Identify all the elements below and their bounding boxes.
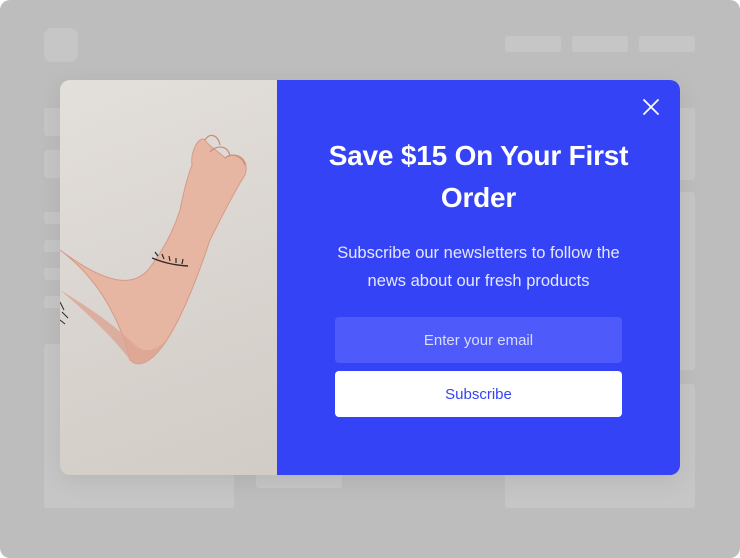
close-icon[interactable] [642, 98, 660, 116]
email-input[interactable] [335, 317, 622, 363]
arm-illustration [60, 134, 247, 365]
popup-content: Save $15 On Your First Order Subscribe o… [277, 80, 680, 475]
popup-title: Save $15 On Your First Order [328, 140, 629, 213]
arm-tattoo-photo [60, 80, 277, 475]
background-nav-item [505, 36, 561, 52]
popup-subtitle: Subscribe our newsletters to follow the … [337, 244, 620, 290]
background-logo [44, 28, 78, 62]
background-nav-item [572, 36, 628, 52]
page-background: Save $15 On Your First Order Subscribe o… [0, 0, 740, 558]
newsletter-popup: Save $15 On Your First Order Subscribe o… [60, 80, 680, 475]
subscribe-button[interactable]: Subscribe [335, 371, 622, 417]
background-nav-item [639, 36, 695, 52]
close-button[interactable] [640, 96, 662, 118]
